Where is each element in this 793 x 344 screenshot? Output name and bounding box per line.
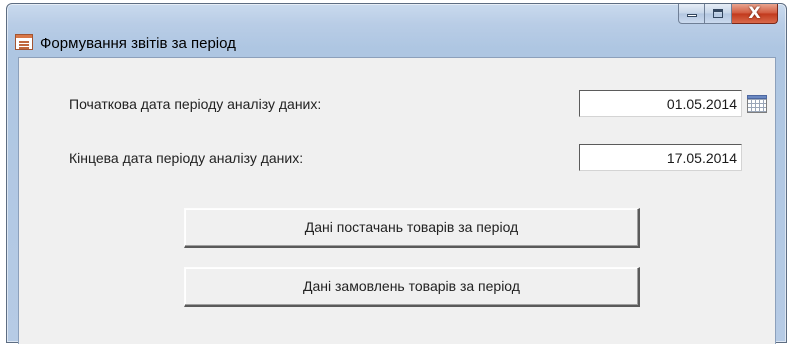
end-date-label: Кінцева дата періоду аналізу даних: — [69, 150, 304, 166]
supplies-report-button[interactable]: Дані постачань товарів за період — [184, 208, 640, 248]
calendar-icon[interactable] — [747, 95, 767, 113]
title-bar[interactable]: Формування звітів за період X — [7, 3, 786, 52]
maximize-button[interactable] — [705, 4, 732, 24]
maximize-icon — [713, 9, 723, 18]
minimize-button[interactable] — [678, 4, 705, 24]
caption-buttons: X — [678, 3, 778, 25]
close-icon: X — [748, 3, 761, 22]
report-window: Формування звітів за період X Початкова … — [6, 3, 787, 344]
end-date-field[interactable]: 17.05.2014 — [579, 144, 742, 171]
window-title: Формування звітів за період — [40, 35, 236, 52]
form-body: Початкова дата періоду аналізу даних: 01… — [18, 57, 776, 344]
start-date-label: Початкова дата періоду аналізу даних: — [69, 96, 322, 112]
close-button[interactable]: X — [732, 3, 778, 24]
orders-report-button[interactable]: Дані замовлень товарів за період — [184, 267, 640, 307]
minimize-icon — [687, 14, 697, 17]
start-date-field[interactable]: 01.05.2014 — [579, 90, 742, 117]
form-app-icon — [15, 34, 33, 50]
